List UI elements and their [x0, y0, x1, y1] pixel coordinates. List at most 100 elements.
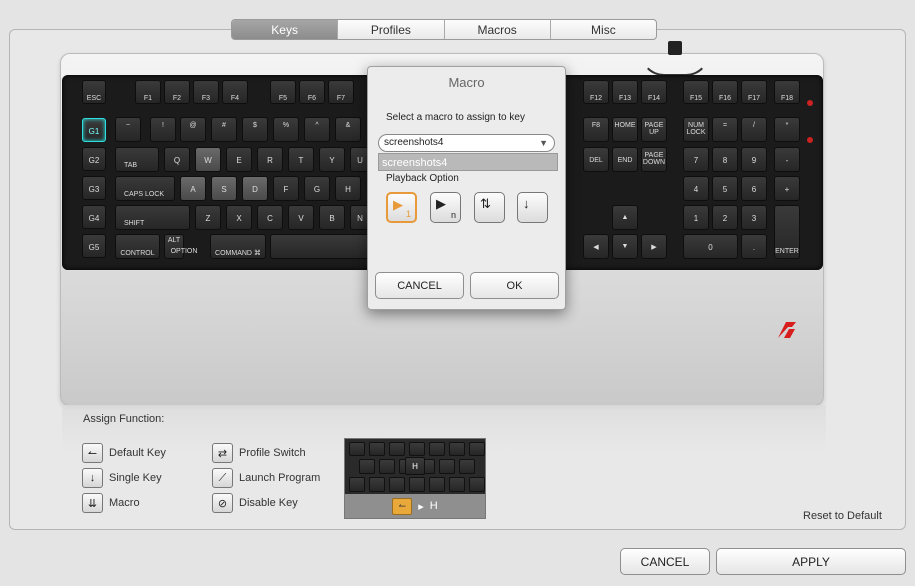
macro-dropdown-option[interactable]: screenshots4: [378, 153, 558, 171]
key-b[interactable]: B: [319, 205, 345, 230]
dialog-cancel-button[interactable]: CANCEL: [375, 272, 464, 299]
key-g2[interactable]: G2: [82, 147, 106, 171]
key-h[interactable]: H: [335, 176, 361, 201]
key-f6[interactable]: F6: [299, 80, 325, 104]
key-num-8[interactable]: 8: [712, 147, 738, 172]
key-f18[interactable]: F18: [774, 80, 800, 104]
apply-button[interactable]: APPLY: [716, 548, 906, 575]
key-control[interactable]: CONTROL: [115, 234, 160, 259]
key-num-6[interactable]: 6: [741, 176, 767, 201]
key-num-7[interactable]: 7: [683, 147, 709, 172]
fn-single-key[interactable]: ↓ Single Key: [82, 468, 162, 488]
tab-keys[interactable]: Keys: [232, 20, 339, 39]
key-z[interactable]: Z: [195, 205, 221, 230]
tab-macros[interactable]: Macros: [445, 20, 551, 39]
key-num-equals[interactable]: =: [712, 117, 738, 142]
key-x[interactable]: X: [226, 205, 252, 230]
key-g4[interactable]: G4: [82, 205, 106, 229]
reset-to-default-link[interactable]: Reset to Default: [803, 510, 882, 522]
key-arrow-up[interactable]: ▲: [612, 205, 638, 230]
key-space[interactable]: [270, 234, 370, 259]
key-num-minus[interactable]: -: [774, 147, 800, 172]
key-f7[interactable]: F7: [328, 80, 354, 104]
key-num-1[interactable]: 1: [683, 205, 709, 230]
key-f13[interactable]: F13: [612, 80, 638, 104]
fn-default-key[interactable]: ↼ Default Key: [82, 443, 166, 463]
key-f12[interactable]: F12: [583, 80, 609, 104]
key-6[interactable]: ^: [304, 117, 330, 142]
play-once-button[interactable]: ▶ 1: [386, 192, 417, 223]
key-s[interactable]: S: [211, 176, 237, 201]
key-arrow-left[interactable]: ◀: [583, 234, 609, 259]
fn-macro[interactable]: ⇊ Macro: [82, 493, 140, 513]
tab-profiles[interactable]: Profiles: [338, 20, 445, 39]
key-f4[interactable]: F4: [222, 80, 248, 104]
key-f3[interactable]: F3: [193, 80, 219, 104]
key-c[interactable]: C: [257, 205, 283, 230]
key-d[interactable]: D: [242, 176, 268, 201]
key-num-lock[interactable]: NUM LOCK: [683, 117, 709, 142]
key-num-slash[interactable]: /: [741, 117, 767, 142]
fn-profile-switch[interactable]: ⇄ Profile Switch: [212, 443, 306, 463]
macro-select[interactable]: screenshots4 ▼: [378, 134, 555, 152]
key-g5[interactable]: G5: [82, 234, 106, 258]
key-num-9[interactable]: 9: [741, 147, 767, 172]
key-7[interactable]: &: [335, 117, 361, 142]
key-v[interactable]: V: [288, 205, 314, 230]
play-while-held-button[interactable]: ⇅: [474, 192, 505, 223]
key-tilde[interactable]: ~: [115, 117, 141, 142]
key-shift[interactable]: SHIFT: [115, 205, 190, 230]
key-r[interactable]: R: [257, 147, 283, 172]
key-q[interactable]: Q: [164, 147, 190, 172]
key-f5[interactable]: F5: [270, 80, 296, 104]
key-caps-lock[interactable]: CAPS LOCK: [115, 176, 175, 201]
key-arrow-right[interactable]: ▶: [641, 234, 667, 259]
play-n-times-button[interactable]: ▶ n: [430, 192, 461, 223]
key-esc[interactable]: ESC: [82, 80, 106, 104]
key-f1[interactable]: F1: [135, 80, 161, 104]
key-f2[interactable]: F2: [164, 80, 190, 104]
key-2[interactable]: @: [180, 117, 206, 142]
key-4[interactable]: $: [242, 117, 268, 142]
key-del[interactable]: DEL: [583, 147, 609, 172]
key-end[interactable]: END: [612, 147, 638, 172]
key-num-2[interactable]: 2: [712, 205, 738, 230]
key-e[interactable]: E: [226, 147, 252, 172]
key-f[interactable]: F: [273, 176, 299, 201]
key-a[interactable]: A: [180, 176, 206, 201]
key-f14[interactable]: F14: [641, 80, 667, 104]
key-num-4[interactable]: 4: [683, 176, 709, 201]
key-g[interactable]: G: [304, 176, 330, 201]
key-page-down[interactable]: PAGE DOWN: [641, 147, 667, 172]
key-y[interactable]: Y: [319, 147, 345, 172]
key-f8[interactable]: F8: [583, 117, 609, 142]
key-tab[interactable]: TAB: [115, 147, 159, 172]
play-toggle-button[interactable]: ↓: [517, 192, 548, 223]
key-enter[interactable]: ENTER: [774, 205, 800, 259]
fn-launch-program[interactable]: ⟋ Launch Program: [212, 468, 320, 488]
key-g3[interactable]: G3: [82, 176, 106, 200]
key-command[interactable]: COMMAND ⌘: [210, 234, 266, 259]
dialog-ok-button[interactable]: OK: [470, 272, 559, 299]
key-1[interactable]: !: [150, 117, 176, 142]
key-arrow-down[interactable]: ▼: [612, 234, 638, 259]
key-num-5[interactable]: 5: [712, 176, 738, 201]
cancel-button[interactable]: CANCEL: [620, 548, 710, 575]
key-3[interactable]: #: [211, 117, 237, 142]
key-w[interactable]: W: [195, 147, 221, 172]
key-num-star[interactable]: *: [774, 117, 800, 142]
key-num-dot[interactable]: .: [741, 234, 767, 259]
key-page-up[interactable]: PAGE UP: [641, 117, 667, 142]
key-5[interactable]: %: [273, 117, 299, 142]
fn-disable-key[interactable]: ⊘ Disable Key: [212, 493, 298, 513]
key-num-plus[interactable]: +: [774, 176, 800, 201]
key-num-3[interactable]: 3: [741, 205, 767, 230]
key-home[interactable]: HOME: [612, 117, 638, 142]
tab-misc[interactable]: Misc: [551, 20, 656, 39]
key-f15[interactable]: F15: [683, 80, 709, 104]
key-f16[interactable]: F16: [712, 80, 738, 104]
key-num-0[interactable]: 0: [683, 234, 738, 259]
key-g1[interactable]: G1: [82, 118, 106, 142]
key-t[interactable]: T: [288, 147, 314, 172]
key-f17[interactable]: F17: [741, 80, 767, 104]
